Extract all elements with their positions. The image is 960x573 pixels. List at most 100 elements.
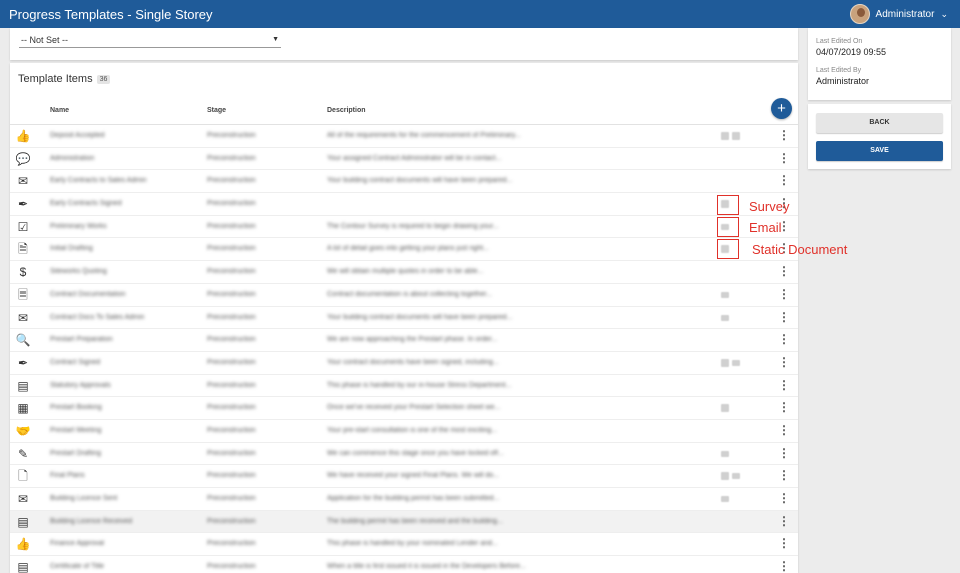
save-button[interactable]: SAVE: [816, 141, 943, 161]
more-options-icon[interactable]: ⋮: [778, 174, 790, 186]
table-row[interactable]: 👍 Finance Approval Preconstruction This pha…: [10, 533, 798, 557]
table-row[interactable]: ✒ Contract Signed Preconstruction Your cont…: [10, 352, 798, 375]
item-name: Finance Approval: [50, 540, 105, 548]
user-menu[interactable]: Administrator ⌄: [849, 4, 948, 24]
mail-icon: ✉: [17, 492, 29, 506]
item-name: Building Licence Received: [50, 517, 133, 525]
document-icon: [721, 472, 729, 481]
chevron-down-icon[interactable]: ⌄: [940, 9, 948, 20]
template-select[interactable]: -- Not Set -- ▼: [19, 32, 281, 48]
dollar-icon: $: [19, 265, 27, 280]
more-options-icon[interactable]: ⋮: [778, 288, 790, 300]
table-row[interactable]: ▤ Statutory Approvals Preconstruction This …: [10, 375, 798, 398]
calendar-icon: ▦: [17, 401, 29, 416]
last-edited-on-value: 04/07/2019 09:55: [816, 47, 887, 57]
column-header-name[interactable]: Name: [50, 107, 69, 114]
pen-icon: ✒: [17, 197, 29, 212]
table-row[interactable]: ✉ Contract Docs To Sales Admin Preconstruc…: [10, 307, 798, 330]
table-row[interactable]: 🤝 Prestart Meeting Preconstruction Your pre…: [10, 420, 798, 443]
survey-annotation-box: [717, 195, 739, 215]
more-options-icon[interactable]: ⋮: [778, 333, 790, 345]
more-options-icon[interactable]: ⋮: [778, 379, 790, 391]
table-header: Name Stage Description: [10, 100, 798, 125]
item-stage: Preconstruction: [207, 336, 256, 344]
item-name: Final Plans: [50, 472, 85, 480]
more-options-icon[interactable]: ⋮: [778, 356, 790, 368]
item-attachments: [721, 404, 729, 413]
count-badge: 36: [96, 74, 111, 84]
handshake-icon: 🤝: [15, 423, 31, 438]
item-attachments: [721, 450, 729, 457]
table-row[interactable]: ✉ Early Contracts to Sales Admin Preconstr…: [10, 170, 798, 194]
item-attachments: [721, 132, 740, 140]
clipboard-check-icon: ☑: [17, 219, 29, 234]
table-row[interactable]: 🔍 Prestart Preparation Preconstruction We a…: [10, 329, 798, 352]
more-options-icon[interactable]: ⋮: [778, 560, 790, 572]
item-name: Initial Drafting: [50, 245, 93, 253]
more-options-icon[interactable]: ⋮: [778, 537, 790, 549]
column-header-description[interactable]: Description: [327, 107, 366, 114]
table-row[interactable]: ✎ Prestart Drafting Preconstruction We can …: [10, 443, 798, 466]
app-header: Progress Templates - Single Storey Admin…: [0, 0, 960, 28]
item-description: Once we've received your Prestart Select…: [327, 404, 501, 412]
more-options-icon[interactable]: ⋮: [778, 311, 790, 323]
filter-card: -- Not Set -- ▼: [10, 28, 798, 60]
document-icon: [732, 132, 740, 140]
table-row[interactable]: $ Siteworks Quoting Preconstruction We will…: [10, 261, 798, 284]
dropdown-arrow-icon[interactable]: ▼: [272, 36, 279, 43]
table-row[interactable]: 🗎 Initial Drafting Preconstruction A lot of…: [10, 238, 798, 262]
table-row[interactable]: ☑ Preliminary Works Preconstruction The Con…: [10, 216, 798, 239]
item-description: Contract documentation is about collecti…: [327, 290, 492, 298]
table-row[interactable]: 💬 Administration Preconstruction Your assig…: [10, 148, 798, 171]
static-document-annotation-box: [717, 239, 739, 259]
item-stage: Preconstruction: [207, 540, 256, 548]
item-stage: Preconstruction: [207, 381, 256, 389]
table-row[interactable]: ▤ Certificate of Title Preconstruction When…: [10, 556, 798, 573]
edit-info-card: Last Edited On 04/07/2019 09:55 Last Edi…: [808, 28, 951, 100]
chat-bubbles-icon: 💬: [15, 151, 31, 166]
item-stage: Preconstruction: [207, 200, 256, 208]
email-icon: [721, 496, 729, 502]
table-row[interactable]: ✒ Early Contracts Signed Preconstruction ⋮: [10, 193, 798, 216]
item-description: Your pre-start consultation is one of th…: [327, 426, 498, 434]
item-name: Contract Documentation: [50, 290, 126, 298]
item-attachments: [721, 291, 729, 298]
document-icon: [721, 132, 729, 140]
checklist-icon: ▤: [17, 514, 29, 529]
item-description: All of the requirements for the commence…: [327, 132, 521, 139]
item-stage: Preconstruction: [207, 132, 256, 139]
more-options-icon[interactable]: ⋮: [778, 447, 790, 459]
template-items-list: 👍 Deposit Accepted Preconstruction All of t…: [10, 125, 798, 573]
item-name: Prestart Drafting: [50, 449, 101, 457]
item-description: We will obtain multiple quotes in order …: [327, 268, 484, 276]
last-edited-by-value: Administrator: [816, 76, 870, 86]
table-row[interactable]: ▦ Prestart Booking Preconstruction Once we'…: [10, 397, 798, 420]
item-attachments: [721, 472, 740, 481]
avatar[interactable]: [849, 4, 870, 24]
table-row[interactable]: 🗏 Contract Documentation Preconstruction Co…: [10, 284, 798, 307]
more-options-icon[interactable]: ⋮: [778, 424, 790, 436]
last-edited-on-label: Last Edited On: [816, 38, 863, 45]
more-options-icon[interactable]: ⋮: [778, 492, 790, 504]
more-options-icon[interactable]: ⋮: [778, 515, 790, 527]
table-row[interactable]: ▤ Building Licence Received Preconstructio…: [10, 510, 798, 534]
more-options-icon[interactable]: ⋮: [778, 152, 790, 164]
column-header-stage[interactable]: Stage: [207, 107, 226, 114]
checklist-icon: ▤: [17, 378, 29, 393]
table-row[interactable]: 👍 Deposit Accepted Preconstruction All of t…: [10, 125, 798, 148]
item-stage: Preconstruction: [207, 495, 256, 502]
item-name: Contract Signed: [50, 358, 101, 366]
table-row[interactable]: ✉ Building Licence Sent Preconstruction App…: [10, 488, 798, 511]
more-options-icon[interactable]: ⋮: [778, 469, 790, 481]
item-attachments: [721, 495, 729, 502]
item-stage: Preconstruction: [207, 517, 256, 525]
table-row[interactable]: 🗋 Final Plans Preconstruction We have recei…: [10, 465, 798, 488]
file-edit-icon: 🗋: [18, 469, 28, 484]
more-options-icon[interactable]: ⋮: [778, 401, 790, 413]
file-text-icon: 🗏: [18, 287, 28, 302]
more-options-icon[interactable]: ⋮: [778, 129, 790, 141]
page-title: Progress Templates - Single Storey: [9, 6, 213, 22]
item-description: Your building contract documents will ha…: [327, 177, 513, 185]
back-button[interactable]: BACK: [816, 113, 943, 133]
more-options-icon[interactable]: ⋮: [778, 265, 790, 277]
